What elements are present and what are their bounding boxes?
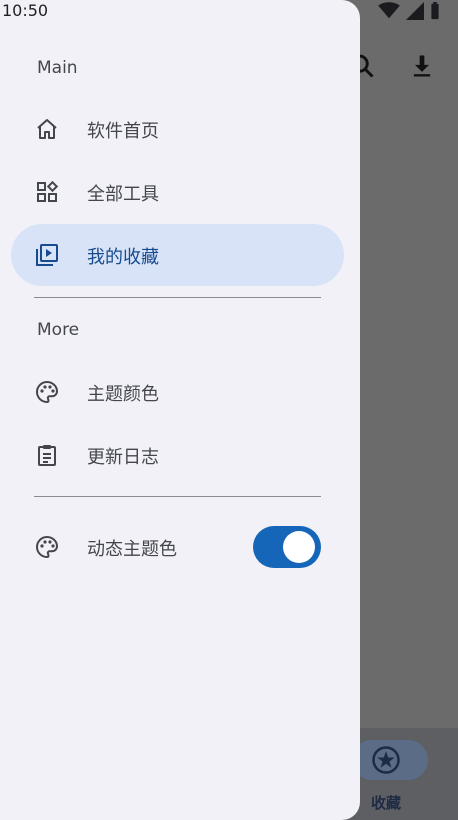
palette-icon [35, 380, 59, 404]
divider [34, 297, 321, 298]
toggle-thumb[interactable] [283, 531, 315, 563]
section-title-main: Main [37, 58, 78, 78]
bottom-nav-favorites-label[interactable]: 收藏 [371, 792, 401, 813]
drawer-item-label: 动态主题色 [87, 539, 177, 560]
home-icon [37, 119, 57, 139]
wifi-icon [378, 2, 400, 19]
star-icon[interactable] [371, 745, 401, 775]
dynamic-color-toggle[interactable] [253, 526, 321, 568]
status-time: 10:50 [2, 1, 49, 20]
drawer-item-label: 全部工具 [87, 184, 159, 205]
status-bar: 10:50 [0, 0, 458, 24]
drawer-item-label: 软件首页 [87, 121, 159, 142]
drawer-item-theme-color[interactable]: 主题颜色 [11, 361, 344, 423]
palette-icon [35, 535, 59, 559]
status-icons [378, 2, 440, 20]
drawer-item-favorites[interactable]: 我的收藏 [11, 224, 344, 286]
drawer-item-home[interactable]: 软件首页 [11, 98, 344, 160]
section-title-more: More [37, 320, 80, 340]
signal-icon [406, 2, 424, 20]
clipboard-icon [38, 445, 56, 466]
playlist-icon [36, 244, 58, 266]
drawer-item-label: 更新日志 [87, 447, 159, 468]
drawer-item-label: 主题颜色 [87, 384, 159, 405]
navigation-drawer: Main 软件首页 全部工具 我的收藏 More 主题颜色 更新日志 动态主题色 [0, 0, 360, 820]
download-icon[interactable] [408, 52, 436, 80]
divider [34, 496, 321, 497]
drawer-item-label: 我的收藏 [87, 247, 159, 268]
battery-icon [431, 2, 439, 20]
grid-icon [37, 180, 59, 202]
drawer-item-changelog[interactable]: 更新日志 [11, 424, 344, 486]
drawer-item-all-tools[interactable]: 全部工具 [11, 161, 344, 223]
